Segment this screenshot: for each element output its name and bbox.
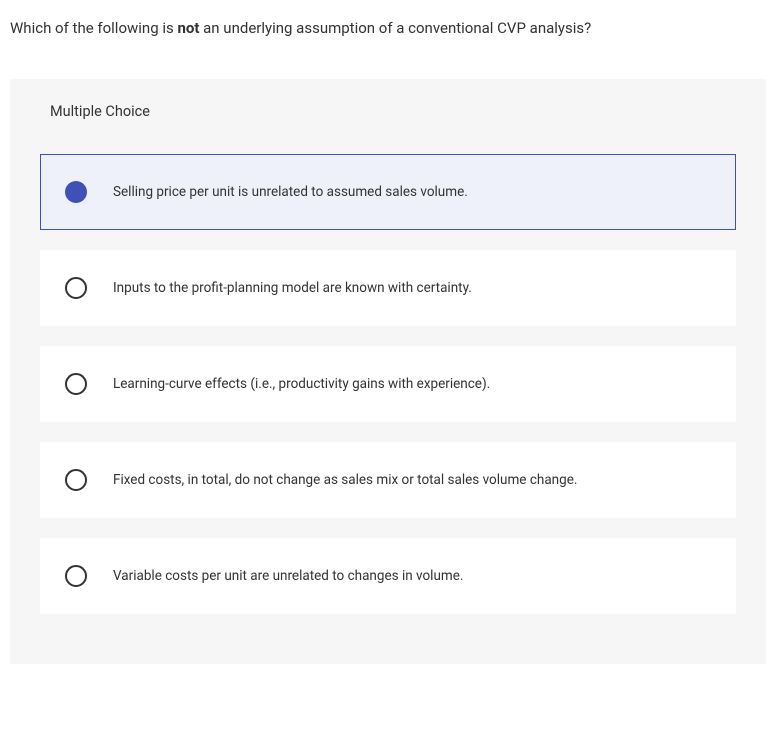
question-text: Which of the following is not an underly…: [0, 0, 776, 49]
option-label: Learning-curve effects (i.e., productivi…: [113, 375, 490, 394]
option-2[interactable]: Inputs to the profit-planning model are …: [40, 250, 736, 326]
question-emphasis: not: [177, 19, 199, 37]
multiple-choice-header: Multiple Choice: [10, 79, 766, 144]
question-suffix: an underlying assumption of a convention…: [199, 19, 591, 37]
option-label: Selling price per unit is unrelated to a…: [113, 183, 468, 202]
radio-icon: [65, 469, 87, 491]
option-3[interactable]: Learning-curve effects (i.e., productivi…: [40, 346, 736, 422]
option-label: Variable costs per unit are unrelated to…: [113, 567, 463, 586]
question-prefix: Which of the following is: [10, 19, 177, 37]
multiple-choice-panel: Multiple Choice Selling price per unit i…: [10, 79, 766, 664]
radio-icon: [65, 373, 87, 395]
radio-icon: [65, 277, 87, 299]
options-container: Selling price per unit is unrelated to a…: [10, 144, 766, 614]
radio-icon: [65, 565, 87, 587]
option-5[interactable]: Variable costs per unit are unrelated to…: [40, 538, 736, 614]
radio-icon: [65, 181, 87, 203]
option-label: Inputs to the profit-planning model are …: [113, 279, 472, 298]
option-4[interactable]: Fixed costs, in total, do not change as …: [40, 442, 736, 518]
option-label: Fixed costs, in total, do not change as …: [113, 471, 577, 490]
option-1[interactable]: Selling price per unit is unrelated to a…: [40, 154, 736, 230]
